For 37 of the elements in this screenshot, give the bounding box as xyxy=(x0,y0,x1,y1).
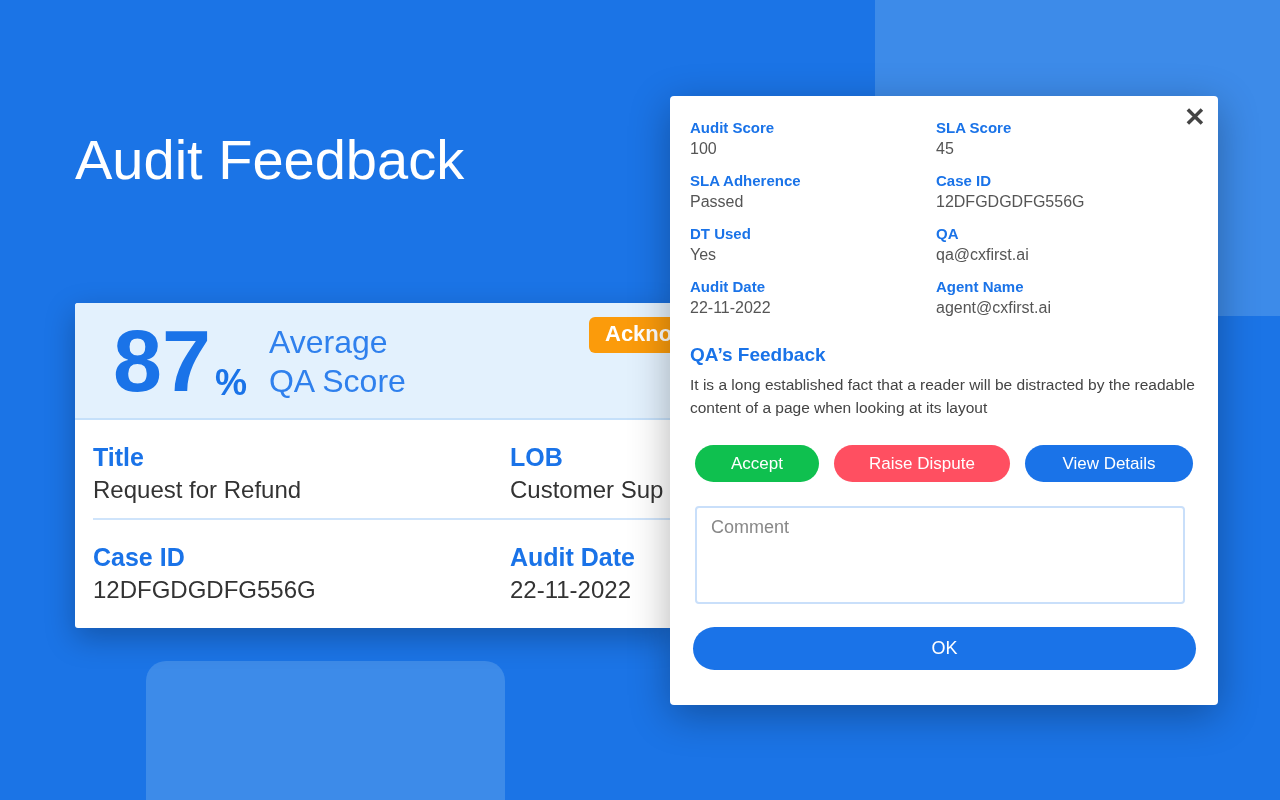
field-value: 22-11-2022 xyxy=(690,298,771,318)
field-value: 22-11-2022 xyxy=(510,575,631,605)
feedback-text: It is a long established fact that a reader will be distracted by the readable content of a page when looking at its layout xyxy=(690,375,1196,418)
percent-sign: % xyxy=(214,363,247,403)
field-value: Yes xyxy=(690,245,717,265)
field-label: Audit Date xyxy=(690,277,765,297)
field-value: agent@cxfirst.ai xyxy=(936,298,1051,318)
field-value: 12DFGDGDFG556G xyxy=(936,192,1085,212)
page-heading: Audit Feedback xyxy=(75,127,465,193)
action-button[interactable]: View Details xyxy=(1025,445,1193,482)
feedback-heading: QA’s Feedback xyxy=(690,343,826,367)
field-label: Agent Name xyxy=(936,277,1024,297)
ok-button[interactable]: OK xyxy=(693,627,1196,670)
field-value: Customer Sup xyxy=(510,475,664,505)
action-button[interactable]: Accept xyxy=(695,445,819,482)
field-value: 12DFGDGDFG556G xyxy=(93,575,316,605)
field-label: SLA Adherence xyxy=(690,171,801,191)
score-label: Average QA Score xyxy=(268,323,407,401)
action-button[interactable]: Raise Dispute xyxy=(834,445,1010,482)
field-value: 100 xyxy=(690,139,717,159)
field-label: Case ID xyxy=(936,171,992,191)
field-label: QA xyxy=(936,224,959,244)
score-value: 87 xyxy=(113,317,211,405)
field-value: 45 xyxy=(936,139,954,159)
field-label: DT Used xyxy=(690,224,751,244)
close-button[interactable]: ✕ xyxy=(1184,102,1206,132)
field-label: LOB xyxy=(510,442,563,472)
field-value: qa@cxfirst.ai xyxy=(936,245,1029,265)
status-badge: Ackno xyxy=(589,317,671,353)
field-label: Audit Score xyxy=(690,118,775,138)
field-label: SLA Score xyxy=(936,118,1012,138)
field-value: Request for Refund xyxy=(93,475,302,505)
field-label: Title xyxy=(93,442,144,472)
field-label: Case ID xyxy=(93,542,185,572)
field-value: Passed xyxy=(690,192,744,212)
comment-field[interactable]: Comment xyxy=(695,506,1185,604)
field-label: Audit Date xyxy=(510,542,635,572)
